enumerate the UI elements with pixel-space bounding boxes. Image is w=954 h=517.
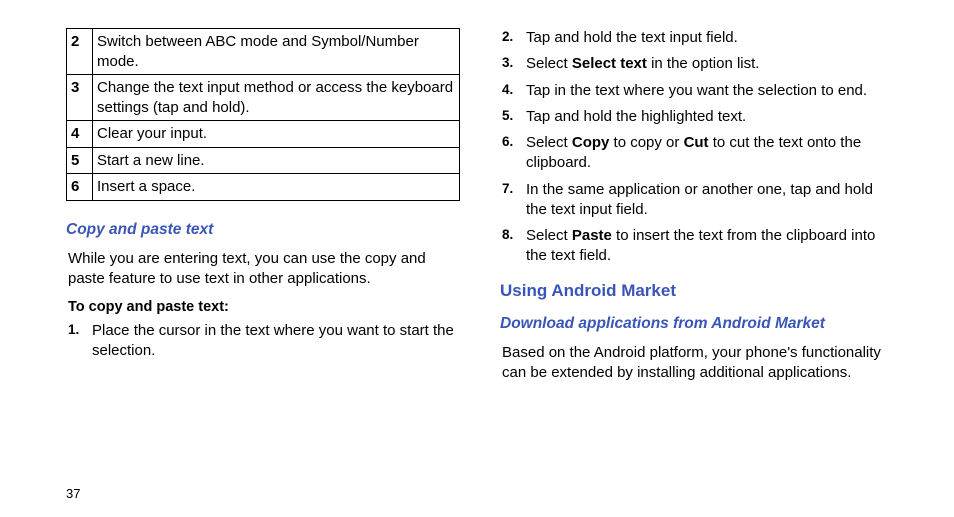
step-number: 3. [502, 54, 513, 72]
steps-left: 1.Place the cursor in the text where you… [66, 321, 460, 362]
bold-term: Paste [572, 227, 612, 244]
table-cell-number: 4 [67, 121, 93, 148]
list-item: 7.In the same application or another one… [500, 180, 894, 221]
table-cell-number: 6 [67, 174, 93, 201]
table-row: 3Change the text input method or access … [67, 75, 460, 121]
market-body: Based on the Android platform, your phon… [500, 343, 894, 384]
table-row: 2Switch between ABC mode and Symbol/Numb… [67, 29, 460, 75]
step-number: 7. [502, 180, 513, 198]
table-cell-desc: Switch between ABC mode and Symbol/Numbe… [93, 29, 460, 75]
heading-copy-paste: Copy and paste text [66, 221, 460, 239]
list-item: 4.Tap in the text where you want the sel… [500, 81, 894, 101]
step-number: 5. [502, 107, 513, 125]
table-row: 4Clear your input. [67, 121, 460, 148]
list-item: 8.Select Paste to insert the text from t… [500, 226, 894, 267]
step-number: 2. [502, 28, 513, 46]
table-cell-number: 3 [67, 75, 93, 121]
step-number: 4. [502, 81, 513, 99]
table-cell-desc: Change the text input method or access t… [93, 75, 460, 121]
bold-term: Select text [572, 55, 647, 72]
step-number: 8. [502, 226, 513, 244]
left-column: 2Switch between ABC mode and Symbol/Numb… [66, 28, 460, 393]
step-number: 6. [502, 133, 513, 151]
bold-term: Cut [684, 134, 709, 151]
copy-paste-lead: To copy and paste text: [68, 299, 460, 315]
bold-term: Copy [572, 134, 610, 151]
list-item: 6.Select Copy to copy or Cut to cut the … [500, 133, 894, 174]
right-column: 2.Tap and hold the text input field.3.Se… [500, 28, 894, 393]
table-cell-desc: Clear your input. [93, 121, 460, 148]
table-cell-number: 5 [67, 147, 93, 174]
table-cell-desc: Start a new line. [93, 147, 460, 174]
list-item: 3.Select Select text in the option list. [500, 54, 894, 74]
table-cell-number: 2 [67, 29, 93, 75]
page-number: 37 [66, 486, 80, 501]
steps-right: 2.Tap and hold the text input field.3.Se… [500, 28, 894, 267]
step-number: 1. [68, 321, 79, 339]
table-row: 6Insert a space. [67, 174, 460, 201]
list-item: 5.Tap and hold the highlighted text. [500, 107, 894, 127]
table-cell-desc: Insert a space. [93, 174, 460, 201]
heading-download-apps: Download applications from Android Marke… [500, 315, 894, 333]
list-item: 1.Place the cursor in the text where you… [66, 321, 460, 362]
copy-paste-intro: While you are entering text, you can use… [66, 249, 460, 290]
heading-android-market: Using Android Market [500, 281, 894, 301]
list-item: 2.Tap and hold the text input field. [500, 28, 894, 48]
table-row: 5Start a new line. [67, 147, 460, 174]
keyboard-functions-table: 2Switch between ABC mode and Symbol/Numb… [66, 28, 460, 201]
